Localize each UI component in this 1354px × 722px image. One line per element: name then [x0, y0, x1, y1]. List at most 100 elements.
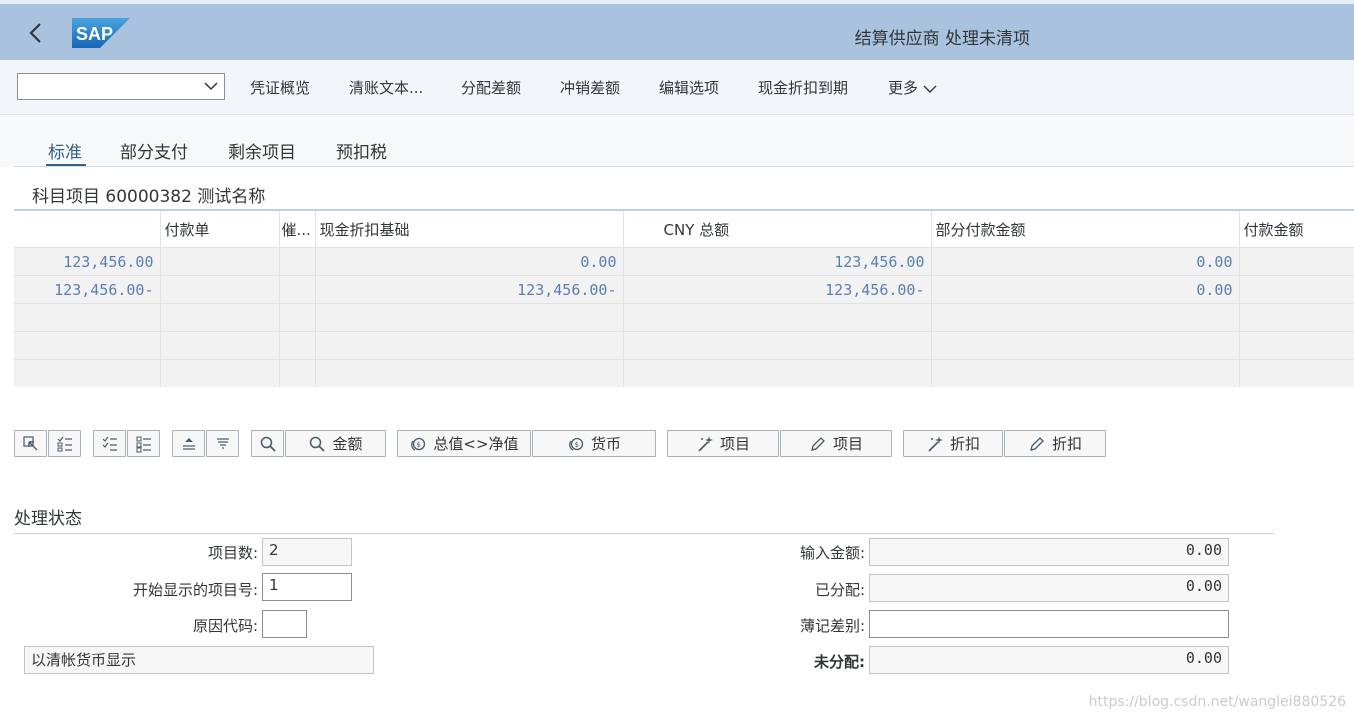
first-item-label: 开始显示的项目号: [132, 581, 258, 599]
activate-discount-button[interactable]: 折扣 [903, 430, 1003, 457]
editing-options-button[interactable]: 编辑选项 [659, 77, 719, 98]
first-item-field[interactable]: 1 [262, 573, 352, 601]
table-cell[interactable] [14, 331, 161, 360]
charge-off-difference-button[interactable]: 冲销差额 [560, 77, 620, 98]
table-cell[interactable] [315, 331, 624, 360]
deselect-all-button[interactable] [48, 430, 81, 457]
checklist-icon [102, 436, 117, 451]
tab-withholding-tax[interactable]: 预扣税 [336, 138, 387, 163]
table-cell[interactable] [160, 247, 280, 276]
tab-partial-payment[interactable]: 部分支付 [120, 138, 188, 163]
activate-items-button[interactable]: 项目 [667, 430, 779, 457]
currency-button[interactable]: $ 货币 [532, 430, 656, 457]
search-button[interactable] [251, 430, 284, 457]
status-section-title: 处理状态 [14, 509, 82, 529]
table-cell[interactable]: 123,456.00 [623, 247, 932, 276]
table-cell[interactable] [931, 331, 1240, 360]
currency-label: 货币 [590, 435, 621, 453]
table-cell[interactable] [279, 331, 316, 360]
search-icon [260, 436, 276, 452]
search-icon [310, 436, 326, 452]
column-header[interactable] [14, 211, 161, 248]
status-divider [14, 533, 1274, 534]
activate-items-label: 项目 [719, 435, 750, 453]
table-cell[interactable] [160, 359, 280, 387]
search-amount-label: 金额 [332, 435, 363, 453]
chevron-down-icon [204, 76, 218, 100]
svg-text:$: $ [417, 441, 421, 449]
table-cell[interactable] [315, 303, 624, 332]
assigned-field: 0.00 [869, 574, 1229, 602]
sort-descending-icon [216, 437, 229, 449]
coins-icon: $ [569, 437, 584, 451]
reason-code-field[interactable] [262, 610, 307, 638]
more-button-label: 更多 [888, 79, 919, 97]
edit-items-label: 项目 [832, 435, 863, 453]
column-header[interactable]: 现金折扣基础 [315, 211, 624, 248]
table-cell[interactable]: 123,456.00 [14, 247, 161, 276]
edit-items-button[interactable]: 项目 [780, 430, 892, 457]
table-cell[interactable]: 123,456.00- [14, 275, 161, 304]
shell-bar: SAP 结算供应商 处理未清项 [0, 0, 1354, 60]
input-amount-field: 0.00 [869, 538, 1229, 566]
tab-residual-items[interactable]: 剩余项目 [228, 138, 296, 163]
table-cell[interactable] [1239, 275, 1354, 304]
search-amount-button[interactable]: 金额 [285, 430, 386, 457]
document-overview-button[interactable]: 凭证概览 [250, 77, 310, 98]
table-cell[interactable] [1239, 331, 1354, 360]
table-cell[interactable] [623, 359, 932, 387]
table-cell[interactable] [623, 331, 932, 360]
select-block-button[interactable] [93, 430, 126, 457]
table-row[interactable] [14, 303, 1354, 332]
table-cell[interactable] [315, 359, 624, 387]
table-cell[interactable] [279, 303, 316, 332]
variant-select[interactable] [17, 73, 225, 100]
table-cell[interactable]: 0.00 [931, 275, 1240, 304]
sort-descending-button[interactable] [206, 430, 239, 457]
table-row[interactable]: 123,456.00- 123,456.00- 123,456.00- 0.00 [14, 275, 1354, 304]
unassigned-label: 未分配: [814, 653, 865, 671]
table-cell[interactable] [931, 303, 1240, 332]
edit-discount-button[interactable]: 折扣 [1004, 430, 1106, 457]
more-button[interactable]: 更多 [888, 77, 937, 98]
distribute-difference-button[interactable]: 分配差额 [461, 77, 521, 98]
column-header[interactable]: 付款金额 [1239, 211, 1354, 248]
column-header[interactable]: 付款单 [160, 211, 280, 248]
sort-ascending-button[interactable] [172, 430, 205, 457]
table-cell[interactable]: 0.00 [315, 247, 624, 276]
items-count-field: 2 [262, 538, 352, 566]
table-cell[interactable] [1239, 303, 1354, 332]
list-view-button[interactable] [127, 430, 160, 457]
table-cell[interactable] [160, 275, 280, 304]
table-cell[interactable]: 123,456.00- [315, 275, 624, 304]
table-row[interactable]: 123,456.00 0.00 123,456.00 0.00 [14, 247, 1354, 276]
table-cell[interactable] [279, 359, 316, 387]
back-icon[interactable] [26, 18, 50, 48]
cash-discount-due-button[interactable]: 现金折扣到期 [758, 77, 848, 98]
items-count-label: 项目数: [207, 544, 258, 562]
table-cell[interactable] [279, 247, 316, 276]
gross-net-toggle-button[interactable]: $ 总值<>净值 [397, 430, 531, 457]
posting-difference-field[interactable] [869, 610, 1229, 638]
clearing-text-button[interactable]: 清账文本... [349, 77, 423, 98]
table-cell[interactable] [279, 275, 316, 304]
gross-net-label: 总值<>净值 [433, 435, 519, 453]
select-all-button[interactable] [14, 430, 47, 457]
column-header[interactable]: CNY 总额 [623, 211, 932, 248]
tab-standard[interactable]: 标准 [48, 138, 82, 163]
pencil-icon [811, 436, 825, 451]
table-row[interactable] [14, 331, 1354, 360]
table-cell[interactable] [14, 303, 161, 332]
column-header[interactable]: 催... [279, 211, 316, 248]
table-cell[interactable] [14, 359, 161, 387]
table-cell[interactable] [931, 359, 1240, 387]
table-cell[interactable] [1239, 359, 1354, 387]
table-cell[interactable] [160, 331, 280, 360]
table-cell[interactable]: 0.00 [931, 247, 1240, 276]
table-cell[interactable] [160, 303, 280, 332]
column-header[interactable]: 部分付款金额 [931, 211, 1240, 248]
table-cell[interactable] [623, 303, 932, 332]
table-cell[interactable] [1239, 247, 1354, 276]
table-row[interactable] [14, 359, 1354, 387]
table-cell[interactable]: 123,456.00- [623, 275, 932, 304]
